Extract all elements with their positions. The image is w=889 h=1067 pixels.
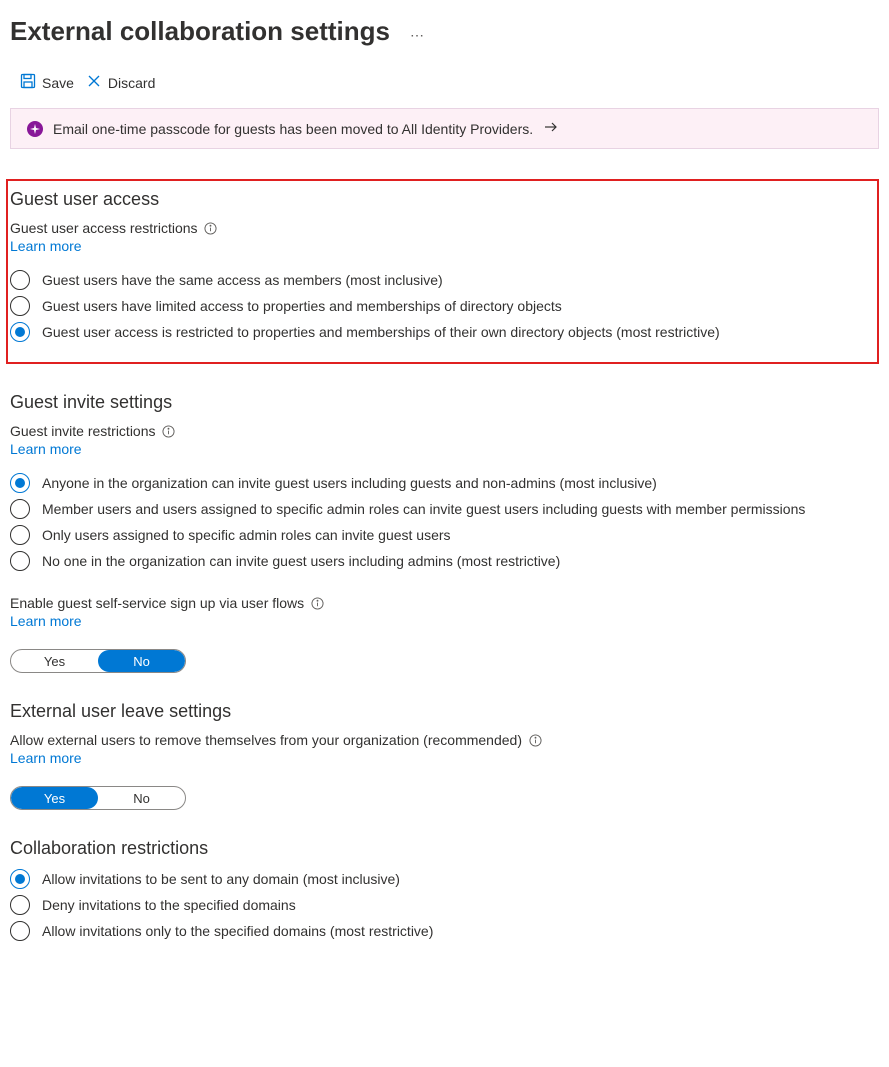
arrow-right-icon (543, 119, 559, 138)
radio-icon (10, 869, 30, 889)
page-title: External collaboration settings (10, 16, 390, 47)
radio-label: Guest users have limited access to prope… (42, 298, 562, 314)
radio-icon (10, 551, 30, 571)
guest-access-heading: Guest user access (10, 189, 867, 210)
learn-more-link[interactable]: Learn more (10, 238, 82, 254)
toggle-no: No (98, 650, 185, 672)
external-leave-toggle[interactable]: Yes No (10, 786, 186, 810)
info-icon[interactable] (162, 424, 176, 438)
learn-more-link[interactable]: Learn more (10, 750, 82, 766)
external-leave-section: External user leave settings Allow exter… (10, 701, 879, 810)
radio-icon (10, 296, 30, 316)
external-leave-label: Allow external users to remove themselve… (10, 732, 522, 748)
guest-invite-option-3[interactable]: No one in the organization can invite gu… (10, 551, 879, 571)
self-service-toggle[interactable]: Yes No (10, 649, 186, 673)
toggle-yes: Yes (11, 650, 98, 672)
guest-invite-option-1[interactable]: Member users and users assigned to speci… (10, 499, 879, 519)
radio-label: Guest users have the same access as memb… (42, 272, 443, 288)
radio-icon (10, 270, 30, 290)
compass-icon (27, 121, 43, 137)
guest-access-option-2[interactable]: Guest user access is restricted to prope… (10, 322, 867, 342)
radio-label: Allow invitations only to the specified … (42, 923, 433, 939)
guest-access-label: Guest user access restrictions (10, 220, 198, 236)
save-button[interactable]: Save (20, 73, 74, 92)
toggle-yes: Yes (11, 787, 98, 809)
collab-option-1[interactable]: Deny invitations to the specified domain… (10, 895, 879, 915)
close-icon (86, 73, 102, 92)
info-banner[interactable]: Email one-time passcode for guests has b… (10, 108, 879, 149)
info-icon[interactable] (204, 221, 218, 235)
guest-access-option-0[interactable]: Guest users have the same access as memb… (10, 270, 867, 290)
save-label: Save (42, 75, 74, 91)
guest-invite-option-0[interactable]: Anyone in the organization can invite gu… (10, 473, 879, 493)
external-leave-heading: External user leave settings (10, 701, 879, 722)
collab-option-0[interactable]: Allow invitations to be sent to any doma… (10, 869, 879, 889)
more-actions-button[interactable]: ⋯ (410, 23, 426, 44)
radio-icon (10, 499, 30, 519)
save-icon (20, 73, 36, 92)
banner-text: Email one-time passcode for guests has b… (53, 121, 533, 137)
radio-label: Allow invitations to be sent to any doma… (42, 871, 400, 887)
radio-label: Only users assigned to specific admin ro… (42, 527, 451, 543)
radio-label: Anyone in the organization can invite gu… (42, 475, 657, 491)
radio-label: Deny invitations to the specified domain… (42, 897, 296, 913)
info-icon[interactable] (528, 733, 542, 747)
guest-invite-option-2[interactable]: Only users assigned to specific admin ro… (10, 525, 879, 545)
guest-invite-label: Guest invite restrictions (10, 423, 156, 439)
discard-label: Discard (108, 75, 155, 91)
radio-icon (10, 525, 30, 545)
radio-label: Member users and users assigned to speci… (42, 501, 805, 517)
radio-icon (10, 473, 30, 493)
toggle-no: No (98, 787, 185, 809)
radio-icon (10, 895, 30, 915)
radio-label: No one in the organization can invite gu… (42, 553, 560, 569)
guest-access-highlight: Guest user access Guest user access rest… (6, 179, 879, 364)
collab-restrict-section: Collaboration restrictions Allow invitat… (10, 838, 879, 941)
radio-icon (10, 322, 30, 342)
collab-restrict-heading: Collaboration restrictions (10, 838, 879, 859)
learn-more-link[interactable]: Learn more (10, 441, 82, 457)
collab-option-2[interactable]: Allow invitations only to the specified … (10, 921, 879, 941)
radio-label: Guest user access is restricted to prope… (42, 324, 720, 340)
discard-button[interactable]: Discard (86, 73, 155, 92)
guest-invite-heading: Guest invite settings (10, 392, 879, 413)
radio-icon (10, 921, 30, 941)
guest-invite-section: Guest invite settings Guest invite restr… (10, 392, 879, 673)
learn-more-link[interactable]: Learn more (10, 613, 82, 629)
toolbar: Save Discard (10, 71, 879, 102)
guest-access-option-1[interactable]: Guest users have limited access to prope… (10, 296, 867, 316)
self-service-label: Enable guest self-service sign up via us… (10, 595, 304, 611)
info-icon[interactable] (310, 596, 324, 610)
